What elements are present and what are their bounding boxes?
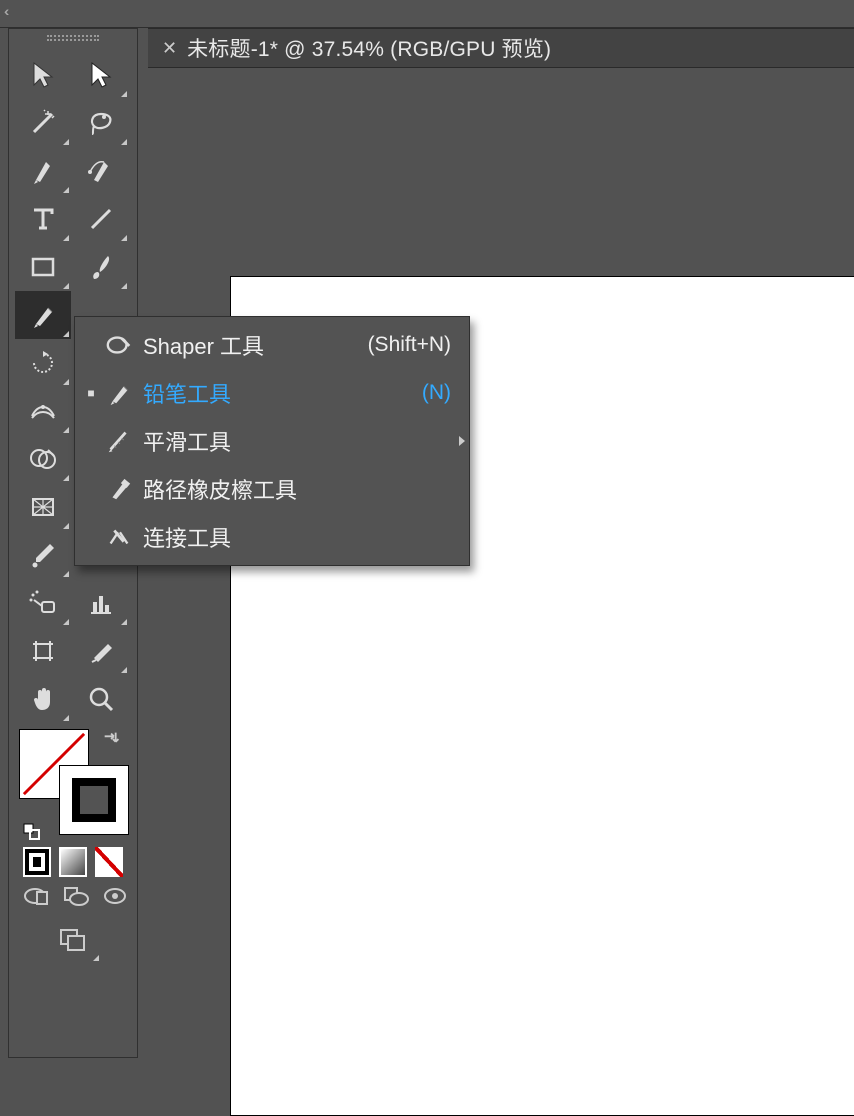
stroke-swatch[interactable] [59, 765, 129, 835]
pencil-icon [99, 379, 139, 407]
current-indicator: ■ [83, 386, 99, 400]
eyedropper-tool[interactable] [15, 531, 71, 579]
draw-inside-button[interactable] [103, 885, 127, 907]
top-strip [0, 0, 854, 28]
flyout-item-label: 平滑工具 [143, 425, 231, 457]
color-none-button[interactable] [95, 847, 123, 877]
canvas-area[interactable] [148, 68, 854, 1108]
flyout-item-shaper[interactable]: Shaper 工具 (Shift+N) [75, 321, 469, 369]
slice-tool[interactable] [73, 627, 129, 675]
join-icon [99, 523, 139, 551]
close-icon[interactable]: ✕ [162, 38, 177, 59]
width-tool[interactable] [15, 387, 71, 435]
flyout-item-smooth[interactable]: 平滑工具 [75, 417, 469, 465]
pencil-tool[interactable] [15, 291, 71, 339]
line-segment-tool[interactable] [73, 195, 129, 243]
flyout-item-label: 铅笔工具 [143, 377, 231, 409]
flyout-item-path-eraser[interactable]: 路径橡皮檫工具 [75, 465, 469, 513]
symbol-sprayer-tool[interactable] [15, 579, 71, 627]
direct-selection-tool[interactable] [73, 51, 129, 99]
document-tab-title[interactable]: 未标题-1* @ 37.54% (RGB/GPU 预览) [187, 33, 551, 63]
curvature-tool[interactable] [73, 147, 129, 195]
screen-mode-button[interactable] [45, 917, 101, 963]
mesh-tool[interactable] [15, 483, 71, 531]
pencil-tool-flyout: Shaper 工具 (Shift+N) ■ 铅笔工具 (N) 平滑工具路径橡皮檫工具连接工… [74, 316, 470, 566]
zoom-tool[interactable] [73, 675, 129, 723]
flyout-item-label: Shaper 工具 [143, 329, 264, 361]
rectangle-tool[interactable] [15, 243, 71, 291]
selection-tool[interactable] [15, 51, 71, 99]
column-graph-tool[interactable] [73, 579, 129, 627]
lasso-tool[interactable] [73, 99, 129, 147]
draw-mode-row [9, 877, 137, 907]
default-fill-stroke-icon[interactable] [23, 823, 41, 841]
flyout-item-shortcut: (N) [422, 381, 451, 405]
artboard-tool[interactable] [15, 627, 71, 675]
flyout-item-join[interactable]: 连接工具 [75, 513, 469, 561]
document-tab-bar: ✕ 未标题-1* @ 37.54% (RGB/GPU 预览) [148, 28, 854, 68]
flyout-item-label: 路径橡皮檫工具 [143, 473, 297, 505]
screen-mode-section [9, 907, 137, 963]
rotate-tool[interactable] [15, 339, 71, 387]
pen-tool[interactable] [15, 147, 71, 195]
panel-gripper[interactable] [9, 29, 137, 47]
color-type-row [9, 841, 137, 877]
smooth-icon [99, 427, 139, 455]
shape-builder-tool[interactable] [15, 435, 71, 483]
draw-behind-button[interactable] [63, 885, 89, 907]
shaper-icon [99, 331, 139, 359]
paintbrush-tool[interactable] [73, 243, 129, 291]
color-solid-button[interactable] [23, 847, 51, 877]
swap-fill-stroke-icon[interactable] [101, 729, 123, 751]
color-gradient-button[interactable] [59, 847, 87, 877]
flyout-item-shortcut: (Shift+N) [368, 333, 451, 357]
path-eraser-icon [99, 475, 139, 503]
collapse-chevrons-icon[interactable]: ‹‹ [4, 3, 5, 19]
type-tool[interactable] [15, 195, 71, 243]
draw-normal-button[interactable] [23, 885, 49, 907]
color-swatch-section [9, 723, 137, 841]
hand-tool[interactable] [15, 675, 71, 723]
flyout-item-label: 连接工具 [143, 521, 231, 553]
magic-wand-tool[interactable] [15, 99, 71, 147]
flyout-item-pencil[interactable]: ■ 铅笔工具 (N) [75, 369, 469, 417]
submenu-arrow-icon [459, 436, 465, 446]
